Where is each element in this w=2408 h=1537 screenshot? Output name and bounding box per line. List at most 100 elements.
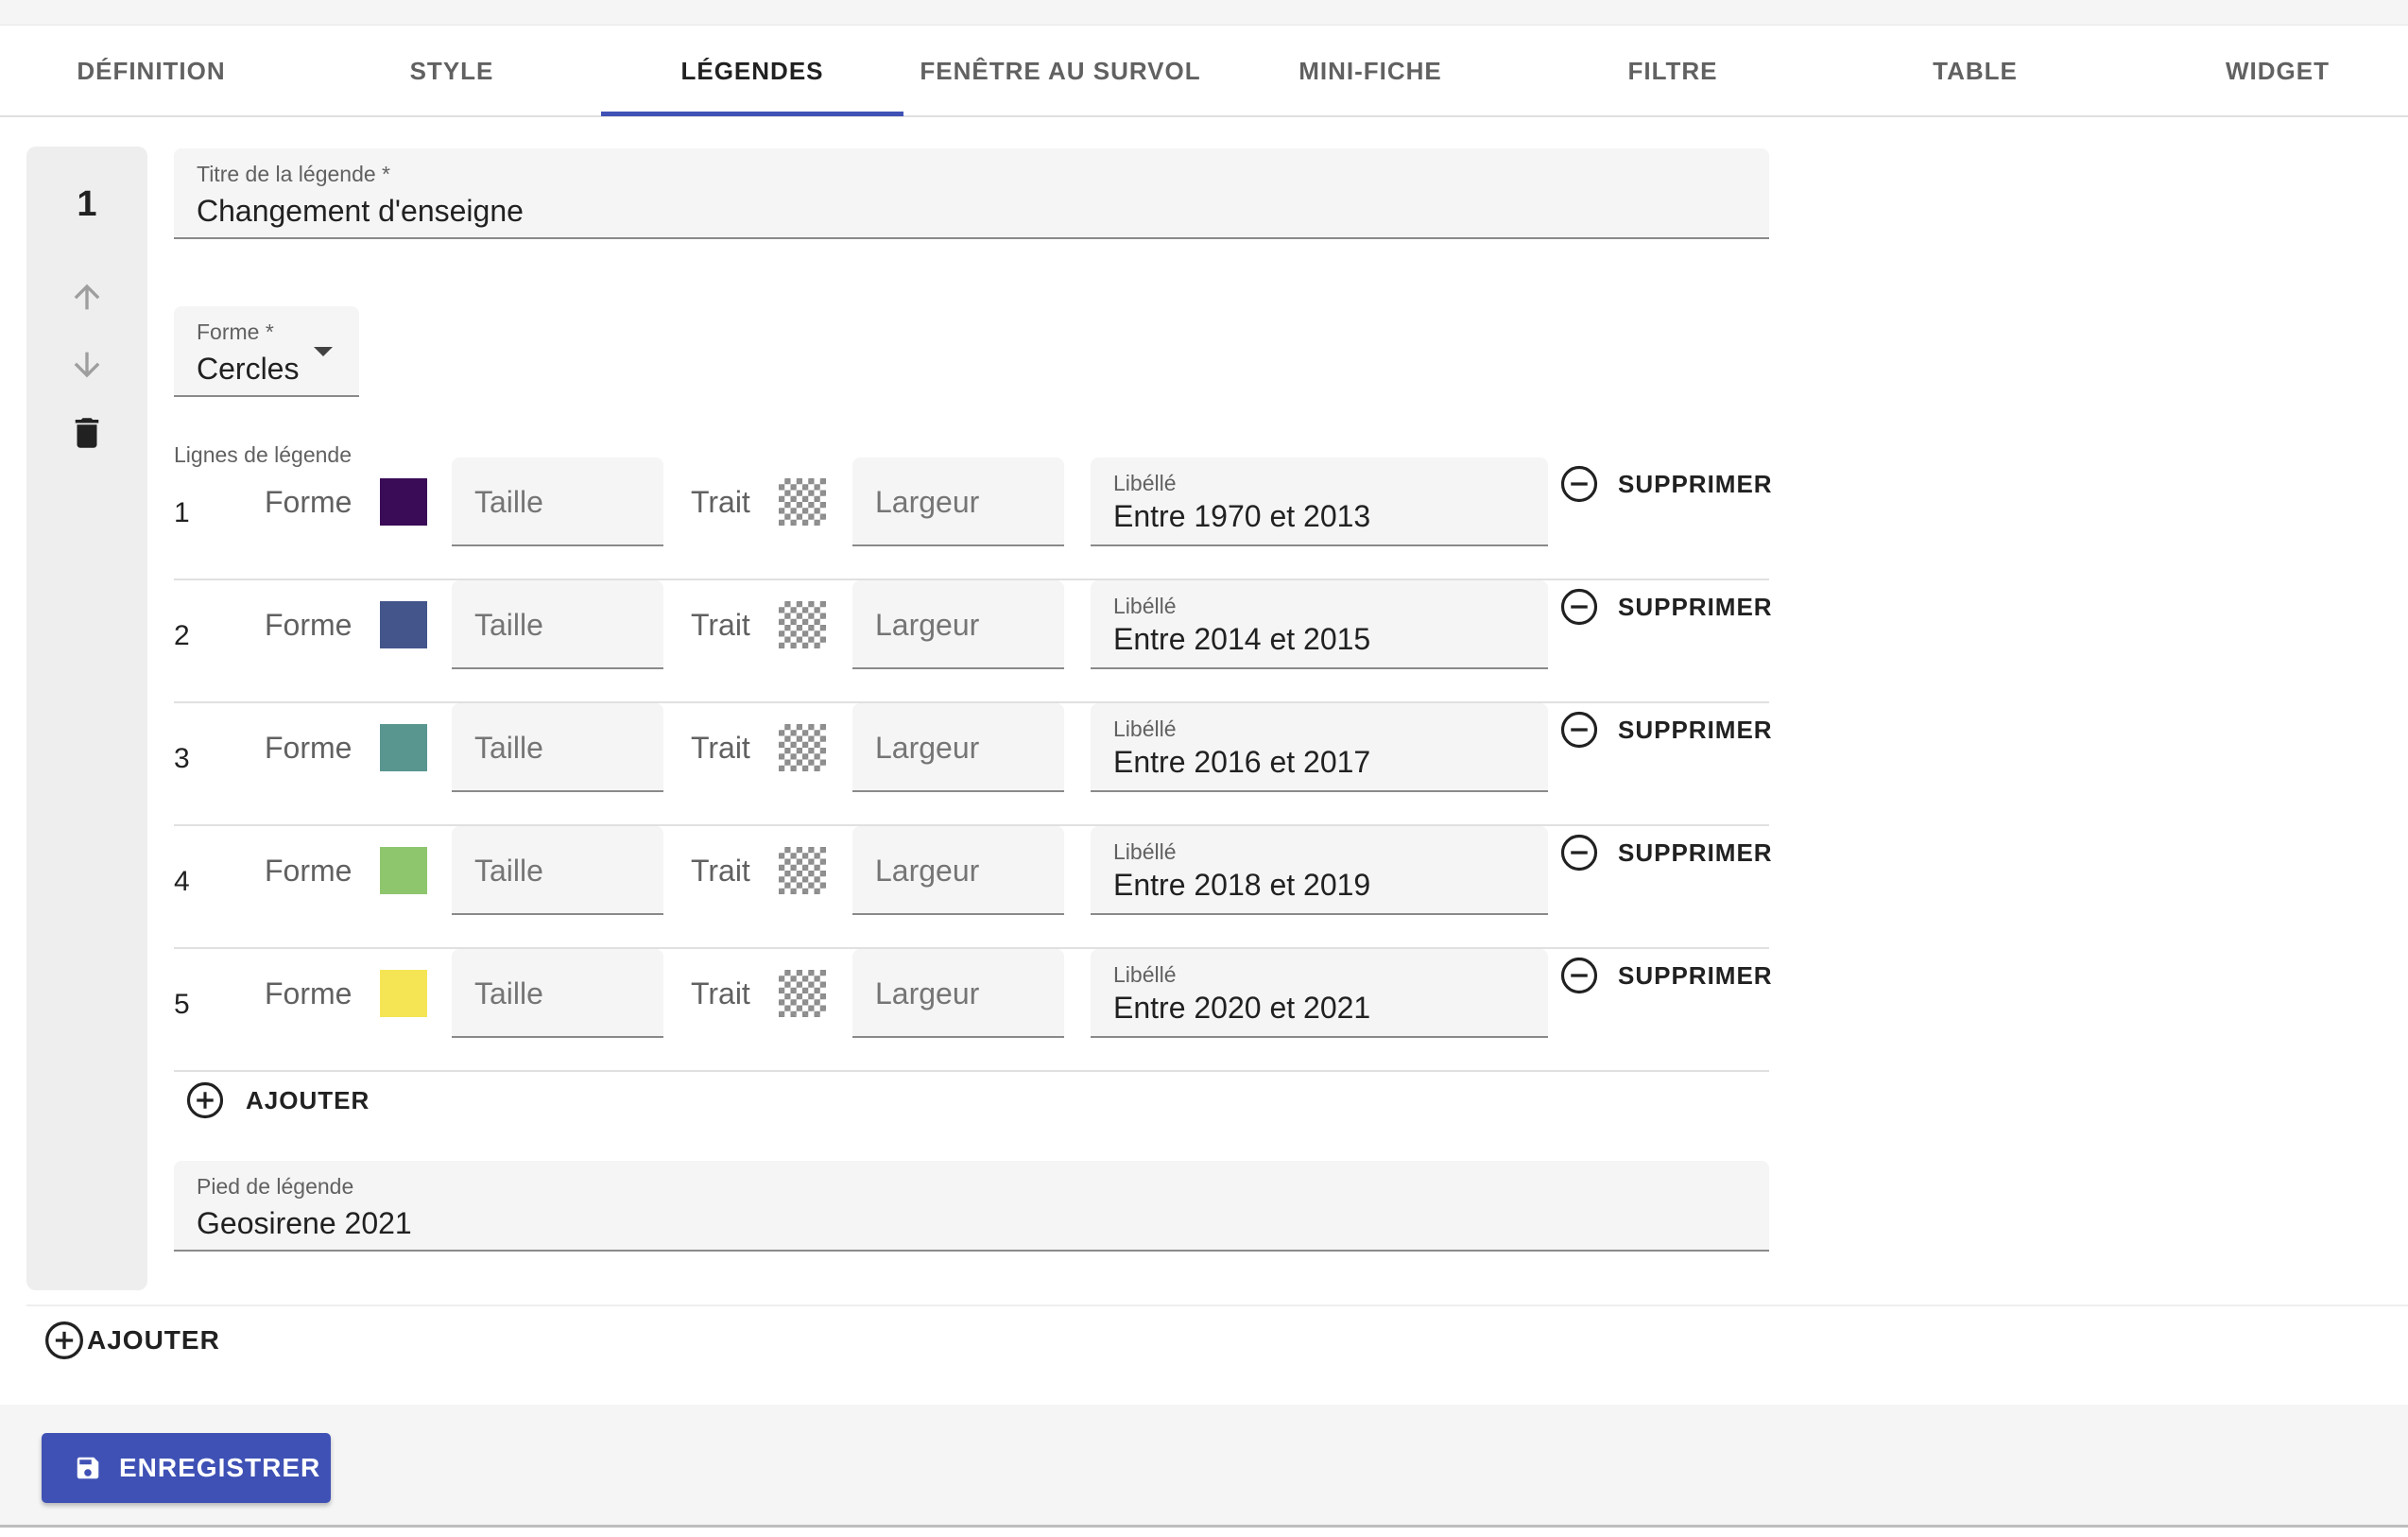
tab-mini-fiche[interactable]: MINI-FICHE <box>1219 26 1522 115</box>
line-trait-label: Trait <box>691 854 750 888</box>
line-number: 3 <box>174 743 190 774</box>
line-trait-label: Trait <box>691 608 750 642</box>
stroke-color-swatch[interactable] <box>779 970 826 1017</box>
fill-color-swatch[interactable] <box>380 847 427 894</box>
line-number: 2 <box>174 620 190 651</box>
largeur-placeholder: Largeur <box>875 976 980 1010</box>
libelle-value: Entre 2016 et 2017 <box>1113 745 1371 779</box>
add-line-label: AJOUTER <box>246 1085 370 1114</box>
legend-footer-label: Pied de légende <box>197 1174 354 1199</box>
arrow-up-icon <box>74 284 100 310</box>
taille-input[interactable]: Taille <box>452 580 663 669</box>
taille-placeholder: Taille <box>474 976 543 1010</box>
fill-color-swatch[interactable] <box>380 724 427 771</box>
add-line-button[interactable]: AJOUTER <box>185 1078 370 1123</box>
largeur-input[interactable]: Largeur <box>852 703 1064 792</box>
stroke-color-swatch[interactable] <box>779 601 826 648</box>
tab-definition[interactable]: DÉFINITION <box>0 26 302 115</box>
shape-select[interactable]: Forme * Cercles <box>174 306 359 397</box>
stroke-color-swatch[interactable] <box>779 724 826 771</box>
line-forme-label: Forme <box>265 608 353 642</box>
stroke-color-swatch[interactable] <box>779 478 826 526</box>
plus-circle-icon <box>45 1321 83 1359</box>
line-forme-label: Forme <box>265 731 353 765</box>
taille-input[interactable]: Taille <box>452 458 663 546</box>
libelle-value: Entre 1970 et 2013 <box>1113 499 1371 533</box>
plus-circle-icon <box>186 1081 224 1119</box>
legend-index: 1 <box>77 184 97 224</box>
fill-color-swatch[interactable] <box>380 601 427 648</box>
remove-line-button[interactable]: SUPPRIMER <box>1559 949 1773 1002</box>
libelle-label: Libéllé <box>1113 717 1177 741</box>
legend-item-rail: 1 <box>26 147 147 1290</box>
legend-title-label: Titre de la légende * <box>197 162 391 186</box>
form-footer: ENREGISTRER <box>0 1405 2408 1528</box>
minus-circle-icon <box>1560 465 1598 503</box>
line-trait-label: Trait <box>691 731 750 765</box>
largeur-input[interactable]: Largeur <box>852 580 1064 669</box>
tab-bar: DÉFINITION STYLE LÉGENDES FENÊTRE AU SUR… <box>0 26 2408 117</box>
legend-line-row: 3 Forme Taille Trait Largeur Libéllé Ent… <box>174 703 1772 826</box>
tab-table[interactable]: TABLE <box>1824 26 2126 115</box>
fill-color-swatch[interactable] <box>380 478 427 526</box>
largeur-placeholder: Largeur <box>875 731 980 765</box>
arrow-down-icon <box>74 352 100 378</box>
libelle-input[interactable]: Libéllé Entre 2014 et 2015 <box>1091 580 1548 669</box>
tab-style[interactable]: STYLE <box>301 26 603 115</box>
minus-circle-icon <box>1560 588 1598 626</box>
legend-line-row: 1 Forme Taille Trait Largeur Libéllé Ent… <box>174 458 1772 580</box>
libelle-input[interactable]: Libéllé Entre 2018 et 2019 <box>1091 826 1548 915</box>
taille-input[interactable]: Taille <box>452 826 663 915</box>
taille-placeholder: Taille <box>474 608 543 642</box>
line-forme-label: Forme <box>265 976 353 1010</box>
stroke-color-swatch[interactable] <box>779 847 826 894</box>
largeur-input[interactable]: Largeur <box>852 458 1064 546</box>
libelle-input[interactable]: Libéllé Entre 2020 et 2021 <box>1091 949 1548 1038</box>
section-divider <box>26 1304 2408 1306</box>
largeur-input[interactable]: Largeur <box>852 949 1064 1038</box>
remove-line-label: SUPPRIMER <box>1618 715 1773 744</box>
taille-input[interactable]: Taille <box>452 949 663 1038</box>
tab-filtre[interactable]: FILTRE <box>1522 26 1824 115</box>
line-number: 1 <box>174 497 190 528</box>
add-legend-button[interactable]: AJOUTER <box>43 1318 220 1363</box>
remove-line-label: SUPPRIMER <box>1618 592 1773 621</box>
save-button[interactable]: ENREGISTRER <box>42 1433 331 1503</box>
remove-line-label: SUPPRIMER <box>1618 838 1773 867</box>
libelle-input[interactable]: Libéllé Entre 1970 et 2013 <box>1091 458 1548 546</box>
taille-input[interactable]: Taille <box>452 703 663 792</box>
remove-line-button[interactable]: SUPPRIMER <box>1559 580 1773 633</box>
taille-placeholder: Taille <box>474 731 543 765</box>
tab-widget[interactable]: WIDGET <box>2126 26 2408 115</box>
legend-title-field[interactable]: Titre de la légende * Changement d'ensei… <box>174 148 1769 239</box>
largeur-placeholder: Largeur <box>875 854 980 888</box>
libelle-input[interactable]: Libéllé Entre 2016 et 2017 <box>1091 703 1548 792</box>
delete-legend-button[interactable] <box>64 410 110 456</box>
remove-line-button[interactable]: SUPPRIMER <box>1559 703 1773 756</box>
remove-line-button[interactable]: SUPPRIMER <box>1559 826 1773 879</box>
largeur-placeholder: Largeur <box>875 485 980 519</box>
legend-footer-value: Geosirene 2021 <box>197 1206 412 1240</box>
remove-line-label: SUPPRIMER <box>1618 960 1773 990</box>
libelle-label: Libéllé <box>1113 471 1177 495</box>
libelle-value: Entre 2020 et 2021 <box>1113 991 1371 1025</box>
line-number: 4 <box>174 866 190 897</box>
tab-fenetre-au-survol[interactable]: FENÊTRE AU SURVOL <box>909 26 1212 115</box>
libelle-label: Libéllé <box>1113 594 1177 618</box>
fill-color-swatch[interactable] <box>380 970 427 1017</box>
remove-line-button[interactable]: SUPPRIMER <box>1559 458 1773 510</box>
line-trait-label: Trait <box>691 976 750 1010</box>
move-down-button[interactable] <box>64 342 110 388</box>
add-legend-label: AJOUTER <box>87 1325 220 1355</box>
trash-icon <box>75 418 99 448</box>
tab-legendes[interactable]: LÉGENDES <box>601 26 903 115</box>
minus-circle-icon <box>1560 834 1598 872</box>
legend-footer-field[interactable]: Pied de légende Geosirene 2021 <box>174 1161 1769 1252</box>
move-up-button[interactable] <box>64 274 110 319</box>
row-divider <box>174 1070 1769 1072</box>
legend-line-row: 4 Forme Taille Trait Largeur Libéllé Ent… <box>174 826 1772 949</box>
line-forme-label: Forme <box>265 854 353 888</box>
largeur-input[interactable]: Largeur <box>852 826 1064 915</box>
line-number: 5 <box>174 989 190 1020</box>
floppy-disk-icon <box>74 1454 102 1482</box>
